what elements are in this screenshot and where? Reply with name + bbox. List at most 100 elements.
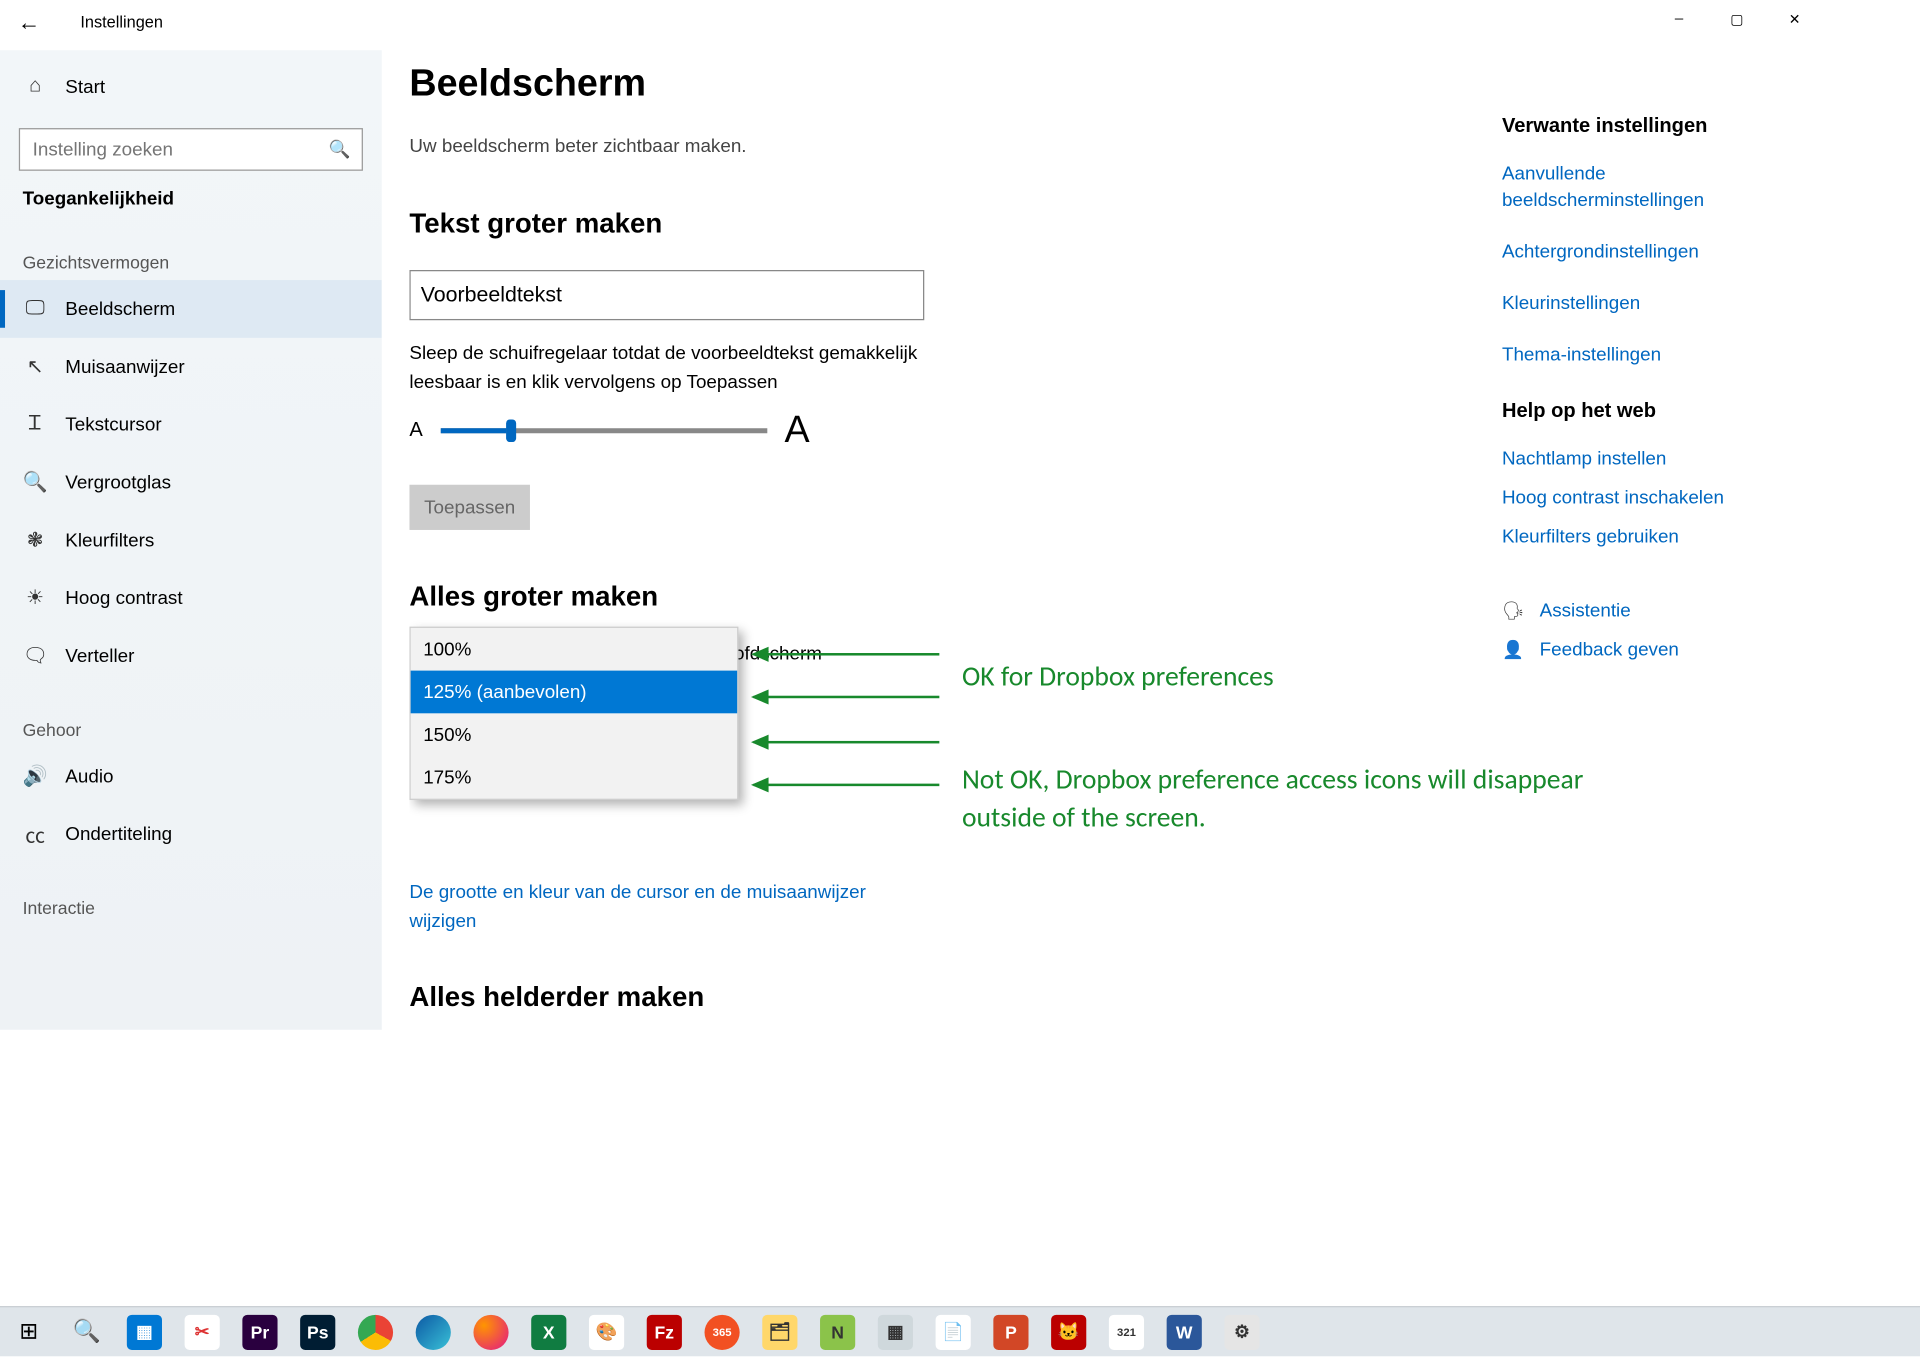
sidebar-item-mouse-pointer[interactable]: ↖ Muisaanwijzer [0, 338, 382, 396]
cursor-settings-link[interactable]: De grootte en kleur van de cursor en de … [409, 879, 924, 936]
back-button[interactable]: ← [0, 0, 58, 45]
taskbar-app-paint[interactable]: 🎨 [578, 1307, 636, 1357]
assist-row[interactable]: 🗣 Assistentie [1502, 600, 1786, 621]
sidebar-item-label: Audio [65, 765, 113, 786]
color-filters-icon: ❃ [23, 527, 48, 552]
taskbar-app-edge[interactable] [404, 1307, 462, 1357]
help-link[interactable]: Hoog contrast inschakelen [1502, 485, 1786, 511]
sidebar-item-label: Beeldscherm [65, 298, 175, 319]
magnifier-icon: 🔍 [23, 470, 48, 495]
everything-bigger-header: Alles groter maken [409, 580, 1471, 613]
sidebar-item-label: Tekstcursor [65, 414, 161, 435]
mouse-pointer-icon: ↖ [23, 354, 48, 379]
taskbar-search-icon[interactable]: 🔍 [58, 1307, 116, 1357]
close-button[interactable]: ✕ [1766, 0, 1824, 40]
minimize-button[interactable]: — [1650, 0, 1708, 40]
sidebar-item-high-contrast[interactable]: ☀ Hoog contrast [0, 569, 382, 627]
taskbar-app-mpc[interactable]: 321 [1098, 1307, 1156, 1357]
taskbar-app-snip[interactable]: ✂ [173, 1307, 231, 1357]
feedback-icon: 👤 [1502, 639, 1525, 660]
assist-label: Assistentie [1540, 600, 1631, 621]
annotation-notok-text: Not OK, Dropbox preference access icons … [962, 761, 1615, 836]
assist-icon: 🗣 [1502, 600, 1525, 621]
high-contrast-icon: ☀ [23, 585, 48, 610]
page-title: Beeldscherm [409, 50, 1471, 105]
sidebar-item-text-cursor[interactable]: Ꮖ Tekstcursor [0, 396, 382, 454]
home-icon: ⌂ [23, 75, 48, 98]
help-web-header: Help op het web [1502, 401, 1786, 424]
slider-label-big-a: A [784, 409, 809, 452]
sidebar-item-label: Kleurfilters [65, 529, 154, 550]
scale-option[interactable]: 150% [411, 713, 738, 756]
slider-description: Sleep de schuifregelaar totdat de voorbe… [409, 340, 936, 397]
search-icon: 🔍 [328, 139, 350, 160]
help-link[interactable]: Kleurfilters gebruiken [1502, 524, 1786, 550]
category-heading: Toegankelijkheid [0, 171, 382, 217]
closed-captions-icon: ㏄ [23, 819, 48, 849]
taskbar-app-store[interactable]: ▦ [116, 1307, 174, 1357]
search-input[interactable] [19, 128, 363, 171]
taskbar-app-excel[interactable]: X [520, 1307, 578, 1357]
scale-dropdown-list[interactable]: 100%125% (aanbevolen)150%175% [409, 627, 738, 800]
sample-text-box: Voorbeeldtekst [409, 270, 924, 320]
taskbar-app-settings[interactable]: ⚙ [1213, 1307, 1271, 1357]
sidebar: ⌂ Start 🔍 Toegankelijkheid Gezichtsvermo… [0, 50, 382, 1030]
taskbar-app-irfanview[interactable]: 🐱 [1040, 1307, 1098, 1357]
taskbar-app-chrome[interactable] [347, 1307, 405, 1357]
window-title: Instellingen [58, 0, 163, 45]
related-link[interactable]: Achtergrondinstellingen [1502, 239, 1786, 265]
related-pane: Verwante instellingen Aanvullende beelds… [1502, 116, 1786, 679]
apply-button[interactable]: Toepassen [409, 485, 530, 530]
feedback-label: Feedback geven [1540, 639, 1679, 660]
taskbar-app-powerpoint[interactable]: P [982, 1307, 1040, 1357]
taskbar-app-firefox[interactable] [462, 1307, 520, 1357]
annotation-arrow-3 [753, 741, 939, 744]
scale-option[interactable]: 100% [411, 628, 738, 671]
taskbar[interactable]: ⊞ 🔍 ▦ ✂ Pr Ps X 🎨 Fz 365 🗂 N ▦ 📄 P 🐱 321… [0, 1306, 1920, 1356]
scale-option[interactable]: 175% [411, 756, 738, 799]
slider-thumb[interactable] [506, 419, 516, 442]
display-icon: 🖵 [23, 298, 48, 321]
taskbar-app-calculator[interactable]: ▦ [867, 1307, 925, 1357]
taskbar-app-notepadpp[interactable]: N [809, 1307, 867, 1357]
sidebar-item-label: Muisaanwijzer [65, 356, 184, 377]
sidebar-item-display[interactable]: 🖵 Beeldscherm [0, 280, 382, 338]
home-label: Start [65, 76, 105, 97]
taskbar-app-explorer[interactable]: 🗂 [751, 1307, 809, 1357]
maximize-button[interactable]: ▢ [1708, 0, 1766, 40]
home-nav[interactable]: ⌂ Start [0, 60, 382, 113]
related-link[interactable]: Thema-instellingen [1502, 342, 1786, 368]
sidebar-item-narrator[interactable]: 🗨Verteller [0, 627, 382, 685]
sidebar-item-audio[interactable]: 🔊 Audio [0, 747, 382, 805]
annotation-ok-text: OK for Dropbox preferences [962, 658, 1274, 695]
sidebar-item-label: Verteller [65, 645, 134, 666]
taskbar-app-filezilla[interactable]: Fz [635, 1307, 693, 1357]
related-settings-header: Verwante instellingen [1502, 116, 1786, 139]
sidebar-item-label: Hoog contrast [65, 587, 182, 608]
help-link[interactable]: Nachtlamp instellen [1502, 446, 1786, 472]
main-content: Beeldscherm Uw beeldscherm beter zichtba… [409, 50, 1484, 1030]
taskbar-app-word[interactable]: W [1155, 1307, 1213, 1357]
annotation-arrow-4 [753, 784, 939, 787]
start-button[interactable]: ⊞ [0, 1307, 58, 1357]
taskbar-app-photoshop[interactable]: Ps [289, 1307, 347, 1357]
sidebar-item-label: Ondertiteling [65, 823, 172, 844]
audio-icon: 🔊 [23, 764, 48, 789]
page-subtitle: Uw beeldscherm beter zichtbaar maken. [409, 136, 1471, 157]
text-cursor-icon: Ꮖ [23, 413, 48, 436]
related-link[interactable]: Kleurinstellingen [1502, 290, 1786, 316]
annotation-arrow-2 [753, 696, 939, 699]
text-size-slider[interactable] [440, 428, 767, 433]
sidebar-group-header: Gehoor [0, 684, 382, 747]
taskbar-app-premiere[interactable]: Pr [231, 1307, 289, 1357]
brighter-header: Alles helderder maken [409, 981, 1471, 1014]
feedback-row[interactable]: 👤 Feedback geven [1502, 639, 1786, 660]
sidebar-item-closed-captions[interactable]: ㏄ Ondertiteling [0, 805, 382, 863]
slider-label-small-a: A [409, 419, 422, 442]
taskbar-app-notepad[interactable]: 📄 [924, 1307, 982, 1357]
sidebar-item-magnifier[interactable]: 🔍Vergrootglas [0, 453, 382, 511]
sidebar-item-color-filters[interactable]: ❃ Kleurfilters [0, 511, 382, 569]
scale-option[interactable]: 125% (aanbevolen) [411, 671, 738, 714]
taskbar-app-office[interactable]: 365 [693, 1307, 751, 1357]
related-link[interactable]: Aanvullende beeldscherminstellingen [1502, 161, 1786, 214]
